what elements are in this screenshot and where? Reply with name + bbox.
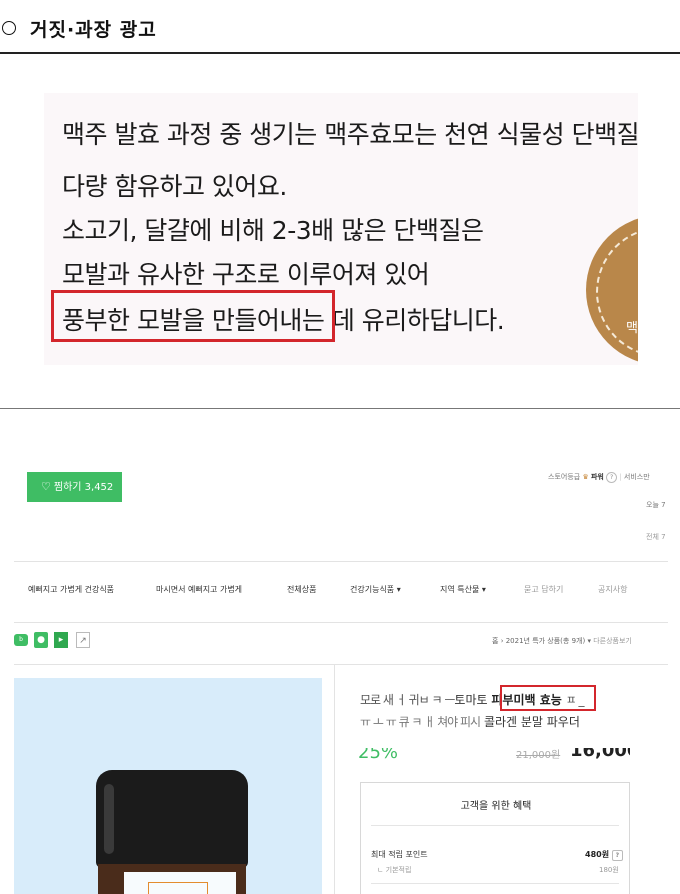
share-icon[interactable]: ↗ [76,632,90,648]
jar-highlight [104,784,114,854]
store-grade: 스토어등급 ♛ 파워 ? | 서비스만 [548,472,650,483]
help-icon[interactable]: ? [611,850,623,861]
nav-item[interactable]: 공지사항 [598,584,627,595]
content-divider [14,664,668,665]
like-button[interactable]: ♡ 찜하기 3,452 [27,472,122,502]
sale-price: 16,000원 [570,748,630,761]
jar-logo [148,882,208,894]
max-points-label: 최대 적립 포인트 [371,850,428,859]
base-points-label: ㄴ 기본적립 [377,866,412,874]
highlight-box [500,685,596,711]
price-row: 25% 21,000원 16,000원 [356,748,630,762]
section-title: 거짓·과장 광고 [30,19,157,41]
max-points-value: 480원 ? [585,849,623,861]
divider-bar: | [619,473,622,481]
help-icon[interactable]: ? [606,472,618,483]
breadcrumb-current[interactable]: 2021년 특가 상품(총 9개) [506,637,586,645]
grade-icon: ♛ [582,473,589,481]
blog-icon[interactable]: b [14,634,28,646]
ad-text-line: 다량 함유하고 있어요. [62,172,287,201]
header-divider [14,561,668,562]
product-title-line2: ㅠ ㅗ ㅠ 큐 ㅋ ㅐ 쳐야 피시 콜라겐 분말 파우더 [360,713,580,730]
original-price: 21,000원 [516,750,561,761]
like-button-label: 찜하기 3,452 [53,482,114,493]
bookmark-icon[interactable]: ▸ [54,632,68,648]
nav-item[interactable]: 묻고 답하기 [524,584,563,595]
section-divider [0,408,680,409]
other-products-link[interactable]: 다른상품보기 [593,637,632,645]
ad-text-line: 모발과 유사한 구조로 이루어져 있어 [62,260,430,289]
nav-item[interactable]: 건강기능식품 ▾ [350,584,401,595]
store-grade-label: 스토어등급 [548,473,581,481]
title-text: 콜라겐 분말 파우더 [483,715,580,729]
nav-divider [14,622,668,623]
heart-check-icon: ♡ [41,480,51,493]
store-talk-icon[interactable]: ● [34,632,48,648]
breadcrumb-home[interactable]: 홈 [492,637,498,645]
title-blurred-text: 모로 새 ㅓ 귀ㅂ ㅋ ㅡ [360,693,455,707]
service-label: 서비스만 [623,473,650,481]
benefit-box: 고객을 위한 혜택 최대 적립 포인트 480원 ? ㄴ 기본적립 180원 [360,782,630,894]
benefit-title: 고객을 위한 혜택 [460,801,532,812]
seal-text: 맥 [626,321,638,336]
title-text: 토마토 [454,693,488,707]
nav-item[interactable]: 지역 특산물 ▾ [440,584,486,595]
base-points-value: 180원 [599,866,619,874]
vertical-divider [334,664,335,894]
ad-text-line: 소고기, 달걀에 비해 2-3배 많은 단백질은 [62,216,484,245]
nav-item[interactable]: 예뻐지고 가볍게 건강식품 [28,584,114,595]
ad-image: 맥주 발효 과정 중 생기는 맥주효모는 천연 식물성 단백질을 다량 함유하고… [44,93,638,365]
section-heading: 거짓·과장 광고 [0,0,680,54]
nav-item[interactable]: 전체상품 [287,584,316,595]
jar-lid [96,770,248,868]
ad-text-line: 맥주 발효 과정 중 생기는 맥주효모는 천연 식물성 단백질을 [62,120,638,149]
max-points-amount: 480원 [585,850,610,859]
discount-rate: 25% [358,748,399,762]
circle-bullet-icon [2,21,16,35]
benefit-divider [371,825,619,826]
today-visitors: 오늘 7 [646,501,666,509]
total-visitors: 전체 7 [646,533,666,541]
store-screenshot: ♡ 찜하기 3,452 스토어등급 ♛ 파워 ? | 서비스만 오늘 7 전체 7… [0,410,680,894]
base-points-text: 기본적립 [385,866,412,874]
breadcrumb: 홈 › 2021년 특가 상품(총 9개) ▾ 다른상품보기 [492,636,632,646]
highlight-box [51,290,335,342]
benefit-divider [371,883,619,884]
grade-value: 파워 [590,473,604,481]
nav-item[interactable]: 마시면서 예뻐지고 가볍게 [156,584,242,595]
title-blurred-text: ㅠ ㅗ ㅠ 큐 ㅋ ㅐ 쳐야 피시 [360,715,481,729]
